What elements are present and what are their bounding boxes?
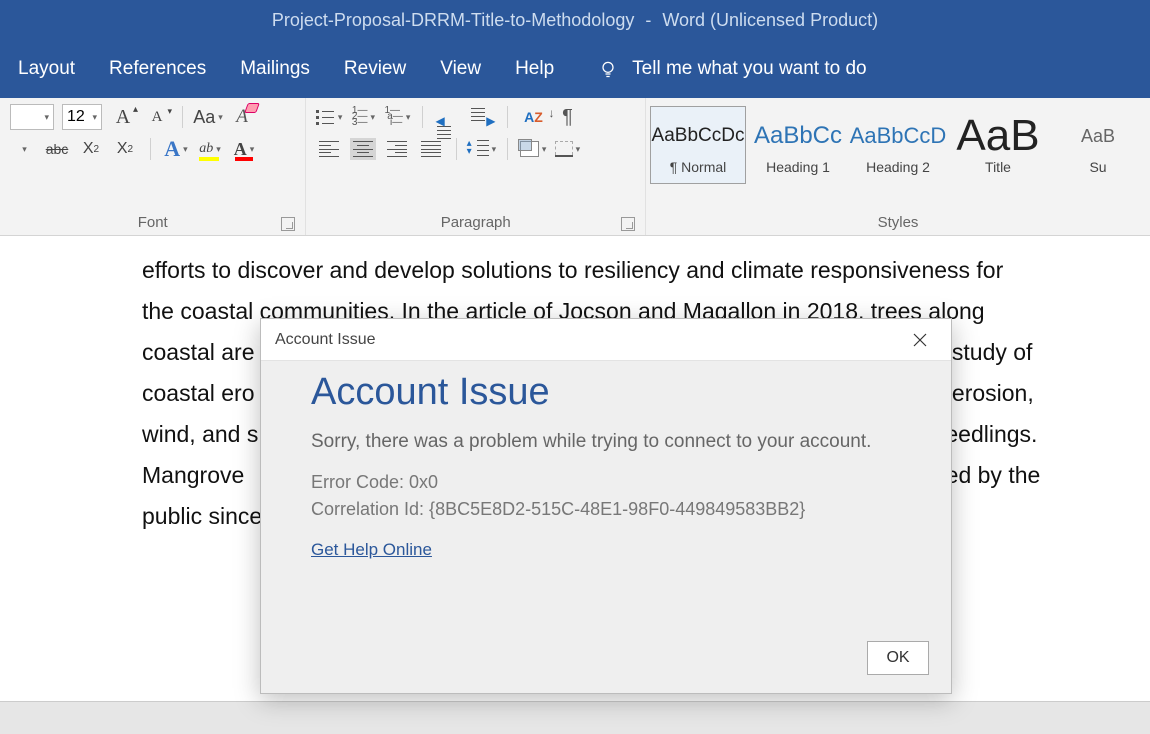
font-color-button[interactable]: A▾ — [231, 136, 257, 162]
increase-indent-button[interactable]: ▶ — [469, 104, 495, 130]
tab-review[interactable]: Review — [344, 58, 406, 80]
group-font: ▾ 12▾ A▴ A▾ Aa▾ A ▾ abc X2 X2 A▾ ab▾ A▾ … — [0, 98, 306, 235]
dialog-message: Sorry, there was a problem while trying … — [311, 428, 911, 456]
ribbon: ▾ 12▾ A▴ A▾ Aa▾ A ▾ abc X2 X2 A▾ ab▾ A▾ … — [0, 98, 1150, 236]
style-title-preview: AaB — [956, 115, 1039, 157]
align-right-button[interactable] — [384, 136, 410, 162]
titlebar: Project-Proposal-DRRM-Title-to-Methodolo… — [0, 0, 1150, 40]
styles-group-label: Styles — [878, 214, 919, 231]
align-left-button[interactable] — [316, 136, 342, 162]
style-h2-name: Heading 2 — [866, 159, 930, 175]
style-h1-name: Heading 1 — [766, 159, 830, 175]
style-sub-preview: AaB — [1081, 115, 1115, 157]
clear-formatting-button[interactable]: A — [229, 104, 255, 130]
dialog-header[interactable]: Account Issue — [261, 319, 951, 361]
shrink-font-button[interactable]: A▾ — [144, 104, 170, 130]
grow-font-button[interactable]: A▴ — [110, 104, 136, 130]
tab-layout[interactable]: Layout — [18, 58, 75, 80]
dialog-correlation-id: Correlation Id: {8BC5E8D2-515C-48E1-98F0… — [311, 499, 911, 520]
close-icon — [913, 333, 927, 347]
strikethrough-button[interactable]: abc — [44, 136, 70, 162]
style-title-name: Title — [985, 159, 1011, 175]
font-size-combo[interactable]: 12▾ — [62, 104, 102, 130]
borders-button[interactable]: ▾ — [554, 136, 580, 162]
ok-button[interactable]: OK — [867, 641, 929, 675]
style-normal-name: ¶ Normal — [670, 159, 727, 175]
justify-button[interactable] — [418, 136, 444, 162]
bullets-button[interactable]: ▾ — [316, 104, 342, 130]
group-paragraph: ▾ 1—2—3—▾ 1— a— i—▾ ◀ ▶ AZ↓ ¶ ▴▾▾ ▾ ▾ — [306, 98, 646, 235]
app-name: Word (Unlicensed Product) — [662, 10, 878, 31]
lightbulb-icon — [598, 59, 618, 79]
tab-mailings[interactable]: Mailings — [240, 58, 310, 80]
group-styles: AaBbCcDc ¶ Normal AaBbCc Heading 1 AaBbC… — [646, 98, 1150, 235]
paragraph-dialog-launcher[interactable] — [621, 217, 635, 231]
style-heading1[interactable]: AaBbCc Heading 1 — [750, 106, 846, 184]
style-normal-preview: AaBbCcDc — [652, 115, 745, 157]
sort-button[interactable]: AZ↓ — [520, 104, 546, 130]
dialog-error-code: Error Code: 0x0 — [311, 472, 911, 493]
subscript-button[interactable]: X2 — [78, 136, 104, 162]
get-help-link[interactable]: Get Help Online — [311, 540, 432, 560]
tab-view[interactable]: View — [440, 58, 481, 80]
change-case-button[interactable]: Aa▾ — [195, 104, 221, 130]
font-size-value: 12 — [67, 108, 85, 126]
ribbon-tabs: Layout References Mailings Review View H… — [0, 40, 1150, 98]
style-heading2[interactable]: AaBbCcD Heading 2 — [850, 106, 946, 184]
paragraph-group-label: Paragraph — [441, 214, 511, 231]
account-issue-dialog: Account Issue Account Issue Sorry, there… — [260, 318, 952, 694]
tab-references[interactable]: References — [109, 58, 206, 80]
doc-name: Project-Proposal-DRRM-Title-to-Methodolo… — [272, 10, 634, 31]
decrease-indent-button[interactable]: ◀ — [435, 104, 461, 130]
font-name-combo[interactable]: ▾ — [10, 104, 54, 130]
numbering-button[interactable]: 1—2—3—▾ — [350, 104, 376, 130]
dialog-close-button[interactable] — [903, 326, 937, 354]
multilevel-list-button[interactable]: 1— a— i—▾ — [384, 104, 410, 130]
font-dialog-launcher[interactable] — [281, 217, 295, 231]
highlight-button[interactable]: ab▾ — [197, 136, 223, 162]
style-subtitle[interactable]: AaB Su — [1050, 106, 1146, 184]
style-normal[interactable]: AaBbCcDc ¶ Normal — [650, 106, 746, 184]
tell-me-text: Tell me what you want to do — [632, 58, 866, 80]
line-spacing-button[interactable]: ▴▾▾ — [469, 136, 495, 162]
style-h2-preview: AaBbCcD — [850, 115, 947, 157]
style-sub-name: Su — [1089, 159, 1106, 175]
font-group-label: Font — [138, 214, 168, 231]
align-center-button[interactable] — [350, 138, 376, 160]
title-sep: - — [640, 10, 656, 31]
tab-help[interactable]: Help — [515, 58, 554, 80]
show-hide-button[interactable]: ¶ — [554, 104, 580, 130]
style-h1-preview: AaBbCc — [754, 115, 842, 157]
tell-me[interactable]: Tell me what you want to do — [598, 58, 866, 80]
dialog-header-title: Account Issue — [275, 331, 376, 349]
style-title[interactable]: AaB Title — [950, 106, 1046, 184]
shading-button[interactable]: ▾ — [520, 136, 546, 162]
dialog-title: Account Issue — [311, 371, 911, 414]
superscript-button[interactable]: X2 — [112, 136, 138, 162]
text-effects-button[interactable]: A▾ — [163, 136, 189, 162]
small-dd[interactable]: ▾ — [10, 136, 36, 162]
